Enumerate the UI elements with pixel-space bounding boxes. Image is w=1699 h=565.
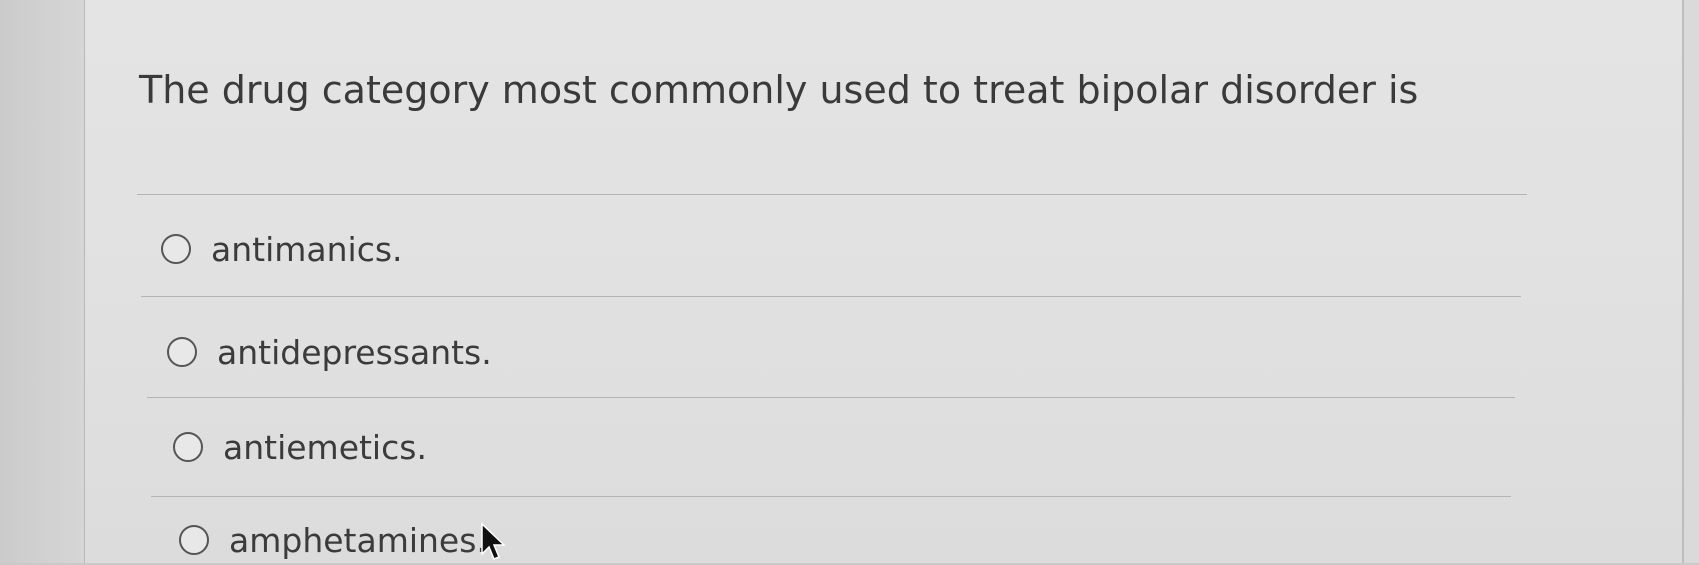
left-gutter <box>0 0 84 563</box>
answer-option-label: antimanics. <box>211 229 403 269</box>
answer-option-amphetamines[interactable]: amphetamines. <box>179 515 487 565</box>
answer-option-antiemetics[interactable]: antiemetics. <box>173 422 427 472</box>
answer-option-antidepressants[interactable]: antidepressants. <box>167 327 492 377</box>
answer-option-label: antidepressants. <box>217 332 492 372</box>
radio-button-unselected-icon[interactable] <box>173 432 203 462</box>
mouse-pointer-icon <box>481 522 506 560</box>
radio-button-unselected-icon[interactable] <box>161 234 191 264</box>
divider <box>137 194 1527 195</box>
question-panel: The drug category most commonly used to … <box>84 0 1684 563</box>
radio-button-unselected-icon[interactable] <box>167 337 197 367</box>
radio-button-unselected-icon[interactable] <box>179 525 209 555</box>
divider <box>147 397 1515 398</box>
question-text: The drug category most commonly used to … <box>139 68 1419 112</box>
answer-option-antimanics[interactable]: antimanics. <box>161 224 403 274</box>
answer-option-label: amphetamines. <box>229 520 487 560</box>
divider <box>141 296 1521 297</box>
divider <box>151 496 1511 497</box>
screen-background: The drug category most commonly used to … <box>0 0 1699 563</box>
answer-option-label: antiemetics. <box>223 427 427 467</box>
